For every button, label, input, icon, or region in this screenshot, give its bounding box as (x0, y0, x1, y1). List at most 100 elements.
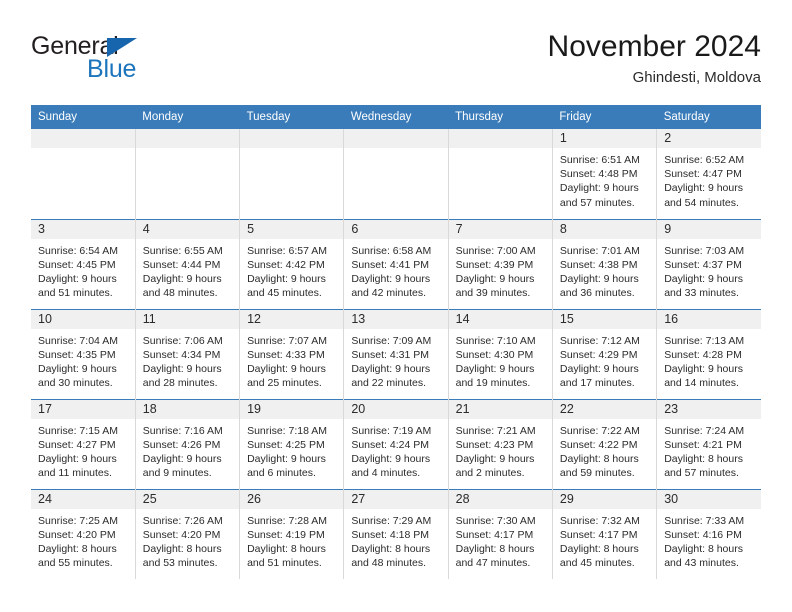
day-detail-line: and 45 minutes. (247, 287, 322, 300)
day-detail-line: Daylight: 9 hours (664, 362, 743, 375)
day-number: 12 (240, 309, 344, 329)
day-detail-line: Daylight: 8 hours (247, 542, 326, 555)
day-detail-line: Sunrise: 7:10 AM (455, 334, 536, 347)
day-details: Sunrise: 7:12 AM Sunset: 4:29 PM Daylight:… (553, 329, 656, 391)
page-title: November 2024 (547, 30, 761, 63)
day-detail-line: Sunset: 4:35 PM (38, 348, 116, 361)
day-detail-line: Daylight: 9 hours (351, 452, 431, 465)
logo-text-blue: Blue (87, 55, 137, 83)
day-detail-line: Sunrise: 7:30 AM (455, 514, 536, 527)
day-number: 11 (135, 309, 240, 329)
calendar-day-cell[interactable]: 10 Sunrise: 7:04 AM Sunset: 4:35 PM Dayligh… (31, 308, 136, 399)
day-details: Sunrise: 7:10 AM Sunset: 4:30 PM Daylight:… (449, 329, 552, 391)
day-detail-line: Daylight: 9 hours (38, 272, 117, 285)
day-number: 6 (344, 219, 448, 239)
day-number: 18 (135, 399, 240, 419)
day-detail-line: and 48 minutes. (351, 557, 427, 570)
calendar-day-cell[interactable]: 20 Sunrise: 7:19 AM Sunset: 4:24 PM Dayligh… (343, 398, 449, 489)
day-detail-line: and 9 minutes. (142, 467, 212, 480)
day-number: 7 (448, 219, 552, 239)
weekday-header-tuesday: Tuesday (239, 105, 344, 129)
day-detail-line: Daylight: 9 hours (38, 362, 117, 375)
day-detail-line: and 53 minutes. (142, 557, 218, 570)
calendar-day-cell[interactable]: 12 Sunrise: 7:07 AM Sunset: 4:33 PM Dayligh… (239, 308, 344, 399)
day-number (448, 129, 552, 148)
day-number: 19 (240, 399, 344, 419)
day-detail-line: Sunrise: 7:06 AM (142, 334, 223, 347)
calendar-day-cell[interactable]: 15 Sunrise: 7:12 AM Sunset: 4:29 PM Dayligh… (551, 308, 657, 399)
calendar-day-cell[interactable]: 4 Sunrise: 6:55 AM Sunset: 4:44 PM Daylight… (134, 218, 240, 309)
day-detail-line: and 51 minutes. (247, 557, 322, 570)
calendar-day-cell[interactable]: 8 Sunrise: 7:01 AM Sunset: 4:38 PM Daylight… (551, 218, 657, 309)
day-details: Sunrise: 7:28 AM Sunset: 4:19 PM Daylight:… (240, 509, 343, 571)
day-number: 26 (240, 489, 344, 509)
calendar-day-cell[interactable]: 1 Sunrise: 6:51 AM Sunset: 4:48 PM Daylight… (551, 129, 657, 219)
day-detail-line: Daylight: 8 hours (664, 542, 743, 555)
day-detail-line: Daylight: 9 hours (455, 452, 535, 465)
calendar-grid: Sunday Monday Tuesday Wednesday Thursday… (31, 105, 761, 579)
day-detail-line: Sunrise: 6:57 AM (247, 244, 328, 257)
day-detail-line: Sunrise: 7:19 AM (351, 424, 432, 437)
calendar-day-cell[interactable]: 30 Sunrise: 7:33 AM Sunset: 4:16 PM Dayligh… (656, 488, 761, 579)
general-blue-logo[interactable]: General Blue (31, 34, 251, 82)
calendar-day-cell[interactable]: 24 Sunrise: 7:25 AM Sunset: 4:20 PM Dayligh… (31, 488, 136, 579)
day-details (240, 148, 343, 153)
day-detail-line: Sunrise: 7:25 AM (38, 514, 118, 527)
calendar-day-cell[interactable]: 2 Sunrise: 6:52 AM Sunset: 4:47 PM Daylight… (656, 129, 761, 219)
day-detail-line: Sunset: 4:44 PM (142, 258, 221, 271)
calendar-day-cell[interactable]: 28 Sunrise: 7:30 AM Sunset: 4:17 PM Dayligh… (447, 488, 553, 579)
day-number: 16 (657, 309, 761, 329)
day-details: Sunrise: 7:04 AM Sunset: 4:35 PM Daylight:… (31, 329, 135, 391)
day-detail-line: Daylight: 9 hours (142, 272, 222, 285)
day-detail-line: and 57 minutes. (559, 196, 635, 209)
calendar-day-cell[interactable]: 23 Sunrise: 7:24 AM Sunset: 4:21 PM Dayligh… (656, 398, 761, 489)
calendar-day-cell[interactable]: 13 Sunrise: 7:09 AM Sunset: 4:31 PM Dayligh… (343, 308, 449, 399)
day-detail-line: Sunrise: 7:15 AM (38, 424, 118, 437)
calendar-day-cell[interactable]: 5 Sunrise: 6:57 AM Sunset: 4:42 PM Daylight… (239, 218, 344, 309)
day-detail-line: and 43 minutes. (664, 557, 739, 570)
calendar-day-cell[interactable]: 26 Sunrise: 7:28 AM Sunset: 4:19 PM Dayligh… (239, 488, 344, 579)
day-detail-line: and 2 minutes. (455, 467, 525, 480)
calendar-day-cell[interactable]: 25 Sunrise: 7:26 AM Sunset: 4:20 PM Dayligh… (134, 488, 240, 579)
calendar-empty-cell (343, 129, 449, 219)
day-detail-line: Sunset: 4:25 PM (247, 438, 325, 451)
calendar-day-cell[interactable]: 9 Sunrise: 7:03 AM Sunset: 4:37 PM Daylight… (656, 218, 761, 309)
calendar-day-cell[interactable]: 21 Sunrise: 7:21 AM Sunset: 4:23 PM Dayligh… (447, 398, 553, 489)
day-detail-line: and 14 minutes. (664, 377, 739, 390)
day-detail-line: Sunset: 4:47 PM (664, 168, 742, 181)
calendar-day-cell[interactable]: 29 Sunrise: 7:32 AM Sunset: 4:17 PM Dayligh… (551, 488, 657, 579)
day-detail-line: Sunset: 4:31 PM (351, 348, 429, 361)
day-detail-line: Daylight: 8 hours (559, 542, 639, 555)
calendar-day-cell[interactable]: 11 Sunrise: 7:06 AM Sunset: 4:34 PM Dayligh… (134, 308, 240, 399)
weekday-header-thursday: Thursday (448, 105, 553, 129)
day-detail-line: Sunrise: 7:04 AM (38, 334, 118, 347)
calendar-day-cell[interactable]: 6 Sunrise: 6:58 AM Sunset: 4:41 PM Daylight… (343, 218, 449, 309)
calendar-day-cell[interactable]: 3 Sunrise: 6:54 AM Sunset: 4:45 PM Daylight… (31, 218, 136, 309)
day-detail-line: Sunrise: 7:07 AM (247, 334, 328, 347)
day-detail-line: and 4 minutes. (351, 467, 421, 480)
day-number: 10 (31, 309, 135, 329)
calendar-day-cell[interactable]: 16 Sunrise: 7:13 AM Sunset: 4:28 PM Dayligh… (656, 308, 761, 399)
day-number (344, 129, 448, 148)
calendar-day-cell[interactable]: 17 Sunrise: 7:15 AM Sunset: 4:27 PM Dayligh… (31, 398, 136, 489)
day-detail-line: Sunrise: 7:00 AM (455, 244, 536, 257)
day-detail-line: Sunset: 4:20 PM (38, 528, 116, 541)
day-detail-line: and 54 minutes. (664, 196, 739, 209)
day-detail-line: and 33 minutes. (664, 287, 739, 300)
day-number: 20 (344, 399, 448, 419)
day-detail-line: Daylight: 9 hours (351, 362, 431, 375)
day-number: 3 (31, 219, 135, 239)
day-number: 28 (448, 489, 552, 509)
calendar-day-cell[interactable]: 7 Sunrise: 7:00 AM Sunset: 4:39 PM Daylight… (447, 218, 553, 309)
calendar-page: General Blue November 2024 Ghindesti, Mo… (0, 0, 792, 612)
day-number: 30 (657, 489, 761, 509)
calendar-day-cell[interactable]: 27 Sunrise: 7:29 AM Sunset: 4:18 PM Dayligh… (343, 488, 449, 579)
day-detail-line: Sunrise: 7:24 AM (664, 424, 745, 437)
day-detail-line: Sunset: 4:41 PM (351, 258, 429, 271)
calendar-day-cell[interactable]: 14 Sunrise: 7:10 AM Sunset: 4:30 PM Dayligh… (447, 308, 553, 399)
calendar-day-cell[interactable]: 18 Sunrise: 7:16 AM Sunset: 4:26 PM Dayligh… (134, 398, 240, 489)
day-detail-line: Sunrise: 6:52 AM (664, 154, 745, 166)
calendar-day-cell[interactable]: 22 Sunrise: 7:22 AM Sunset: 4:22 PM Dayligh… (551, 398, 657, 489)
day-detail-line: Daylight: 9 hours (664, 272, 743, 285)
calendar-day-cell[interactable]: 19 Sunrise: 7:18 AM Sunset: 4:25 PM Dayligh… (239, 398, 344, 489)
